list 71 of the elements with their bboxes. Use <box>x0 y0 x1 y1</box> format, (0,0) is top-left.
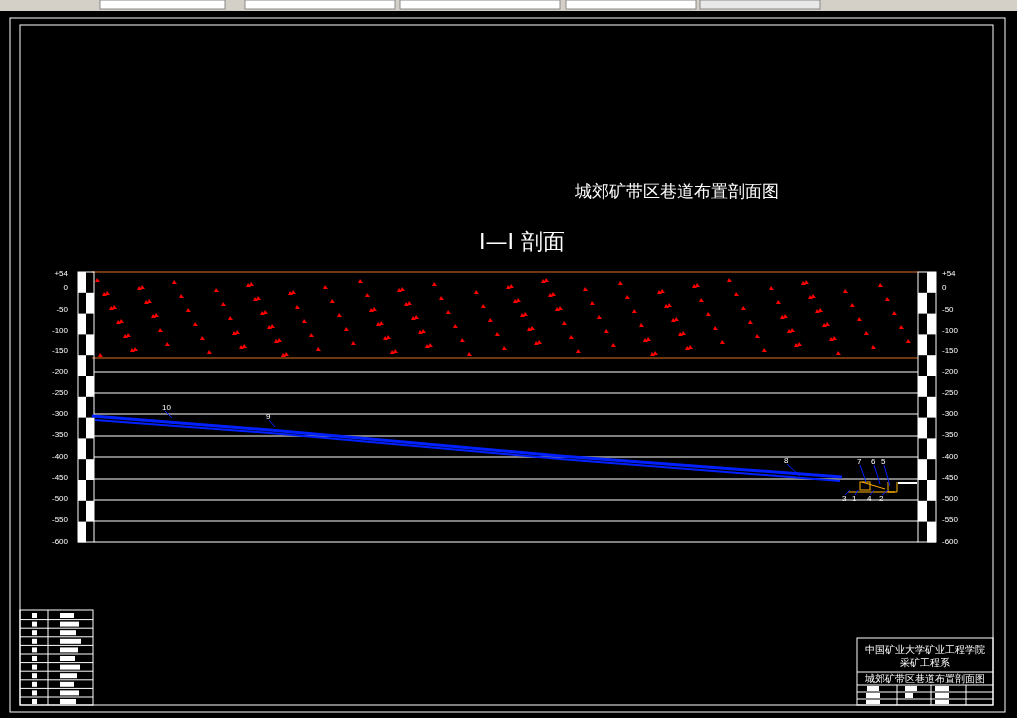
illegible-text-block <box>32 681 74 687</box>
seam-number-label: 1 <box>852 494 857 503</box>
leader-line <box>854 489 859 496</box>
seam-number-label: 5 <box>881 457 886 466</box>
roadway-extension-line <box>897 482 918 484</box>
illegible-text-block <box>32 656 75 661</box>
elevation-label: -550 <box>52 515 68 524</box>
elevation-label: 0 <box>942 283 947 292</box>
elevation-label: -600 <box>942 537 958 546</box>
elevation-label: -350 <box>52 430 68 439</box>
toolbar-dropdown[interactable] <box>699 0 821 10</box>
elevation-label: -50 <box>56 305 68 314</box>
seam-number-label: 3 <box>842 494 847 503</box>
school-name: 中国矿业大学矿业工程学院 <box>865 644 985 655</box>
elevation-label: -350 <box>942 430 958 439</box>
leader-line <box>883 464 891 487</box>
elevation-label: -150 <box>52 346 68 355</box>
elevation-label: -250 <box>52 388 68 397</box>
seam-number-label: 10 <box>162 403 171 412</box>
elevation-label: -200 <box>942 367 958 376</box>
leader-line <box>869 489 875 496</box>
elevation-label: -300 <box>942 409 958 418</box>
elevation-label: -600 <box>52 537 68 546</box>
illegible-text-block <box>32 673 77 679</box>
elevation-label: 0 <box>63 283 68 292</box>
elevation-label: -100 <box>942 326 958 335</box>
elevation-label: +54 <box>942 269 956 278</box>
leader-line <box>164 410 173 419</box>
toolbar-dropdown[interactable] <box>99 0 226 10</box>
illegible-text-block <box>32 638 81 644</box>
elevation-label: -500 <box>942 494 958 503</box>
elevation-label: -200 <box>52 367 68 376</box>
leader-line <box>786 463 801 477</box>
seam-number-label: 7 <box>857 457 862 466</box>
drawing-name: 城郊矿带区巷道布置剖面图 <box>865 673 985 684</box>
leader-line <box>268 419 276 428</box>
elevation-label: -500 <box>52 494 68 503</box>
elevation-label: -300 <box>52 409 68 418</box>
elevation-label: -400 <box>942 452 958 461</box>
illegible-text-block <box>32 630 76 636</box>
elevation-label: -450 <box>52 473 68 482</box>
leader-line <box>859 464 867 483</box>
seam-number-label: 2 <box>879 494 884 503</box>
illegible-text-block <box>32 613 74 618</box>
elevation-label: -150 <box>942 346 958 355</box>
illegible-text-block <box>32 664 80 670</box>
elevation-label: -100 <box>52 326 68 335</box>
elevation-label: -400 <box>52 452 68 461</box>
seam-number-label: 8 <box>784 456 789 465</box>
leader-line <box>873 464 881 485</box>
seam-number-label: 6 <box>871 457 876 466</box>
illegible-text-block <box>32 690 79 696</box>
elevation-label: +54 <box>54 269 68 278</box>
toolbar-dropdown[interactable] <box>565 0 697 10</box>
section-title: I—I 剖面 <box>479 229 565 254</box>
elevation-label: -450 <box>942 473 958 482</box>
drawing-title: 城郊矿带区巷道布置剖面图 <box>575 181 779 201</box>
roadway-drawing <box>847 481 898 493</box>
elevation-label: -550 <box>942 515 958 524</box>
toolbar-dropdown[interactable] <box>399 0 561 10</box>
leader-line <box>881 489 889 496</box>
department-name: 采矿工程系 <box>900 657 950 668</box>
leader-line <box>844 489 851 496</box>
elevation-label: -250 <box>942 388 958 397</box>
toolbar-dropdown[interactable] <box>244 0 396 10</box>
illegible-text-block <box>32 621 79 627</box>
elevation-label: -50 <box>942 305 954 314</box>
seam-number-label: 9 <box>266 412 271 421</box>
seam-number-label: 4 <box>867 494 872 503</box>
illegible-text-block <box>32 699 76 704</box>
illegible-text-block <box>32 647 78 653</box>
